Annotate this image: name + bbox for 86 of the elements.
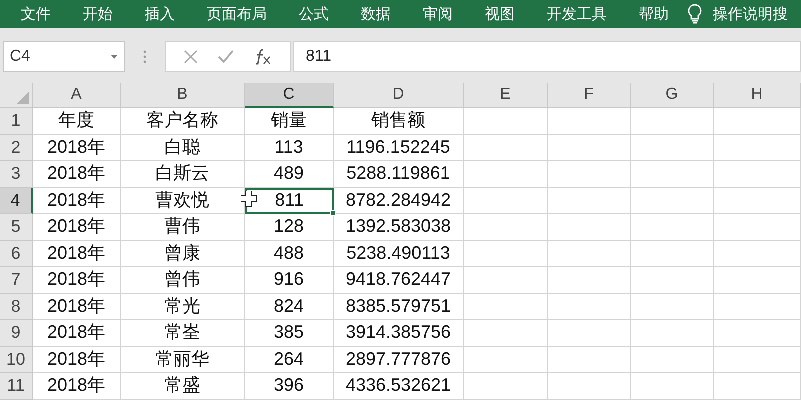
check-icon[interactable] xyxy=(218,50,234,63)
row-header[interactable]: 10 xyxy=(0,346,33,373)
column-header[interactable]: C xyxy=(245,83,334,108)
table-cell: 曾伟 xyxy=(121,267,245,294)
table-cell: 5288.119861 xyxy=(334,161,464,188)
formula-text: 811 xyxy=(306,46,332,66)
ribbon-tab[interactable]: 开发工具 xyxy=(547,6,607,22)
table-cell: 白斯云 xyxy=(121,161,245,188)
ribbon-tab[interactable]: 插入 xyxy=(145,6,175,22)
table-cell: 2018年 xyxy=(33,214,121,240)
ribbon-tab[interactable]: 数据 xyxy=(361,6,391,22)
row-header[interactable]: 1 xyxy=(0,108,33,134)
lightbulb-icon xyxy=(687,4,703,24)
table-cell: 264 xyxy=(245,346,334,373)
table-cell: 2018年 xyxy=(33,294,121,320)
triangle-icon xyxy=(17,92,29,104)
row-header[interactable]: 9 xyxy=(0,320,33,346)
row-header[interactable]: 2 xyxy=(0,134,33,161)
column-header[interactable]: H xyxy=(714,83,801,108)
row-header[interactable]: 7 xyxy=(0,267,33,294)
ribbon-tab[interactable]: 视图 xyxy=(485,6,515,22)
table-cell: 白聪 xyxy=(121,134,245,161)
table-cell: 128 xyxy=(245,214,334,240)
tell-me-search[interactable]: 操作说明搜 xyxy=(713,6,788,22)
table-cell: 2018年 xyxy=(33,267,121,294)
table-cell: 1392.583038 xyxy=(334,214,464,240)
column-header[interactable]: F xyxy=(548,83,631,108)
table-cell: 4336.532621 xyxy=(334,373,464,400)
row-header[interactable]: 8 xyxy=(0,294,33,320)
table-cell: 客户名称 xyxy=(121,108,245,134)
row-header[interactable]: 4 xyxy=(0,188,33,214)
formula-field[interactable]: 811 xyxy=(293,41,801,72)
dropdown-arrow-icon xyxy=(111,54,118,58)
table-cell: 113 xyxy=(245,134,334,161)
more-options-icon xyxy=(143,50,147,64)
ribbon-tab[interactable]: 审阅 xyxy=(423,6,453,22)
table-cell: 2897.777876 xyxy=(334,346,464,373)
ribbon-tab[interactable]: 公式 xyxy=(299,6,329,22)
table-cell: 2018年 xyxy=(33,373,121,400)
column-header[interactable]: B xyxy=(121,83,245,108)
table-cell: 1196.152245 xyxy=(334,134,464,161)
row-header[interactable]: 11 xyxy=(0,373,33,400)
table-cell: 2018年 xyxy=(33,134,121,161)
table-cell: 2018年 xyxy=(33,240,121,267)
cell-reference: C4 xyxy=(10,46,30,66)
table-cell: 489 xyxy=(245,161,334,188)
table-cell: 5238.490113 xyxy=(334,240,464,267)
insert-function-icon[interactable] xyxy=(254,48,272,64)
table-cell: 2018年 xyxy=(33,320,121,346)
row-header[interactable]: 6 xyxy=(0,240,33,267)
table-cell: 常光 xyxy=(121,294,245,320)
table-cell: 曹伟 xyxy=(121,214,245,240)
table-cell: 常丽华 xyxy=(121,346,245,373)
table-cell: 常峑 xyxy=(121,320,245,346)
table-cell: 曾康 xyxy=(121,240,245,267)
table-cell: 2018年 xyxy=(33,188,121,214)
ribbon-tab[interactable]: 开始 xyxy=(83,6,113,22)
table-cell: 常盛 xyxy=(121,373,245,400)
fill-handle[interactable] xyxy=(330,210,336,216)
table-cell: 396 xyxy=(245,373,334,400)
table-cell: 销量 xyxy=(245,108,334,134)
cursor-icon xyxy=(241,190,257,206)
table-cell: 8782.284942 xyxy=(334,188,464,214)
table-cell: 9418.762447 xyxy=(334,267,464,294)
select-all-corner[interactable] xyxy=(0,83,33,108)
column-header[interactable]: A xyxy=(33,83,121,108)
row-header[interactable]: 5 xyxy=(0,214,33,240)
ribbon-tab[interactable]: 帮助 xyxy=(639,6,669,22)
row-header[interactable]: 3 xyxy=(0,161,33,188)
table-cell: 488 xyxy=(245,240,334,267)
table-cell: 916 xyxy=(245,267,334,294)
ribbon-tab[interactable]: 页面布局 xyxy=(207,6,267,22)
table-cell: 2018年 xyxy=(33,346,121,373)
cancel-icon[interactable] xyxy=(184,50,198,64)
column-header[interactable]: E xyxy=(464,83,548,108)
table-cell: 3914.385756 xyxy=(334,320,464,346)
table-cell: 销售额 xyxy=(334,108,464,134)
table-cell: 8385.579751 xyxy=(334,294,464,320)
table-cell: 2018年 xyxy=(33,161,121,188)
table-cell: 824 xyxy=(245,294,334,320)
ribbon-tab[interactable]: 文件 xyxy=(21,6,51,22)
table-cell: 年度 xyxy=(33,108,121,134)
name-box[interactable]: C4 xyxy=(3,41,125,72)
column-header[interactable]: D xyxy=(334,83,464,108)
column-header[interactable]: G xyxy=(631,83,714,108)
table-cell: 385 xyxy=(245,320,334,346)
